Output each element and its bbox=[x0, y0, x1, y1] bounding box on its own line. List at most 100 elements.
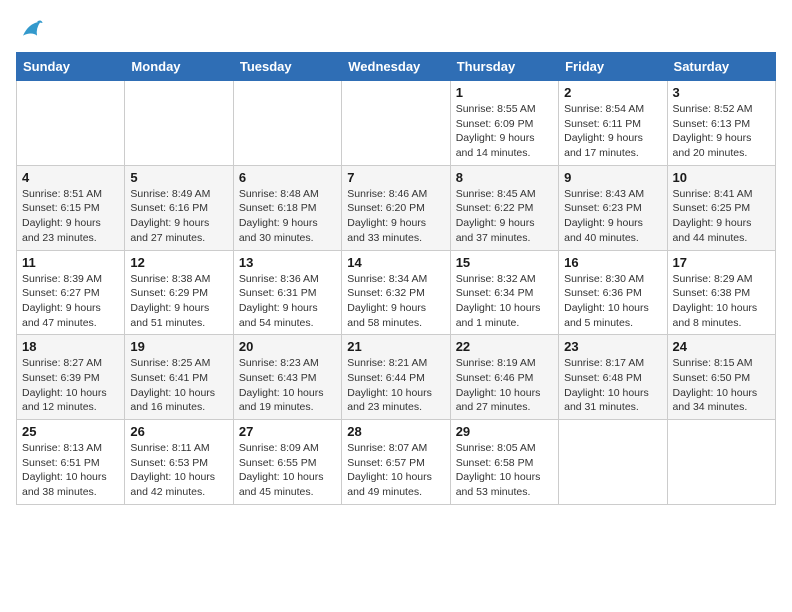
day-cell: 9 Sunrise: 8:43 AM Sunset: 6:23 PM Daylig… bbox=[559, 165, 667, 250]
day-number: 19 bbox=[130, 339, 227, 354]
day-number: 13 bbox=[239, 255, 336, 270]
day-info: Sunrise: 8:54 AM Sunset: 6:11 PM Dayligh… bbox=[564, 102, 661, 161]
day-info: Sunrise: 8:30 AM Sunset: 6:36 PM Dayligh… bbox=[564, 272, 661, 331]
day-info: Sunrise: 8:34 AM Sunset: 6:32 PM Dayligh… bbox=[347, 272, 444, 331]
day-number: 11 bbox=[22, 255, 119, 270]
week-row-2: 11Sunrise: 8:39 AM Sunset: 6:27 PM Dayli… bbox=[17, 250, 776, 335]
day-info: Sunrise: 8:15 AM Sunset: 6:50 PM Dayligh… bbox=[673, 356, 770, 415]
day-cell bbox=[125, 81, 233, 166]
day-info: Sunrise: 8:49 AM Sunset: 6:16 PM Dayligh… bbox=[130, 187, 227, 246]
day-number: 27 bbox=[239, 424, 336, 439]
day-cell: 1 Sunrise: 8:55 AM Sunset: 6:09 PM Daylig… bbox=[450, 81, 558, 166]
day-cell bbox=[667, 420, 775, 505]
day-header-saturday: Saturday bbox=[667, 53, 775, 81]
day-header-tuesday: Tuesday bbox=[233, 53, 341, 81]
week-row-1: 4 Sunrise: 8:51 AM Sunset: 6:15 PM Daylig… bbox=[17, 165, 776, 250]
week-row-3: 18 Sunrise: 8:27 AM Sunset: 6:39 PM Dayli… bbox=[17, 335, 776, 420]
day-cell bbox=[17, 81, 125, 166]
week-row-4: 25Sunrise: 8:13 AM Sunset: 6:51 PM Dayli… bbox=[17, 420, 776, 505]
day-number: 16 bbox=[564, 255, 661, 270]
day-cell: 12Sunrise: 8:38 AM Sunset: 6:29 PM Dayli… bbox=[125, 250, 233, 335]
day-cell: 22 Sunrise: 8:19 AM Sunset: 6:46 PM Dayli… bbox=[450, 335, 558, 420]
day-info: Sunrise: 8:05 AM Sunset: 6:58 PM Dayligh… bbox=[456, 441, 553, 500]
day-info: Sunrise: 8:07 AM Sunset: 6:57 PM Dayligh… bbox=[347, 441, 444, 500]
day-info: Sunrise: 8:45 AM Sunset: 6:22 PM Dayligh… bbox=[456, 187, 553, 246]
day-cell: 17 Sunrise: 8:29 AM Sunset: 6:38 PM Dayli… bbox=[667, 250, 775, 335]
logo bbox=[16, 16, 48, 44]
day-info: Sunrise: 8:38 AM Sunset: 6:29 PM Dayligh… bbox=[130, 272, 227, 331]
day-number: 24 bbox=[673, 339, 770, 354]
day-cell: 5 Sunrise: 8:49 AM Sunset: 6:16 PM Daylig… bbox=[125, 165, 233, 250]
day-cell: 15 Sunrise: 8:32 AM Sunset: 6:34 PM Dayli… bbox=[450, 250, 558, 335]
day-number: 8 bbox=[456, 170, 553, 185]
day-info: Sunrise: 8:25 AM Sunset: 6:41 PM Dayligh… bbox=[130, 356, 227, 415]
day-number: 5 bbox=[130, 170, 227, 185]
day-cell: 20 Sunrise: 8:23 AM Sunset: 6:43 PM Dayli… bbox=[233, 335, 341, 420]
header bbox=[16, 16, 776, 44]
day-info: Sunrise: 8:23 AM Sunset: 6:43 PM Dayligh… bbox=[239, 356, 336, 415]
day-cell: 16 Sunrise: 8:30 AM Sunset: 6:36 PM Dayli… bbox=[559, 250, 667, 335]
day-cell bbox=[342, 81, 450, 166]
day-number: 6 bbox=[239, 170, 336, 185]
day-cell: 8 Sunrise: 8:45 AM Sunset: 6:22 PM Daylig… bbox=[450, 165, 558, 250]
day-number: 15 bbox=[456, 255, 553, 270]
week-row-0: 1 Sunrise: 8:55 AM Sunset: 6:09 PM Daylig… bbox=[17, 81, 776, 166]
day-cell: 28 Sunrise: 8:07 AM Sunset: 6:57 PM Dayli… bbox=[342, 420, 450, 505]
day-cell: 6 Sunrise: 8:48 AM Sunset: 6:18 PM Daylig… bbox=[233, 165, 341, 250]
day-cell bbox=[233, 81, 341, 166]
day-info: Sunrise: 8:32 AM Sunset: 6:34 PM Dayligh… bbox=[456, 272, 553, 331]
day-number: 18 bbox=[22, 339, 119, 354]
day-number: 3 bbox=[673, 85, 770, 100]
day-cell: 11Sunrise: 8:39 AM Sunset: 6:27 PM Dayli… bbox=[17, 250, 125, 335]
day-number: 9 bbox=[564, 170, 661, 185]
calendar: SundayMondayTuesdayWednesdayThursdayFrid… bbox=[16, 52, 776, 505]
day-header-monday: Monday bbox=[125, 53, 233, 81]
day-info: Sunrise: 8:55 AM Sunset: 6:09 PM Dayligh… bbox=[456, 102, 553, 161]
day-number: 7 bbox=[347, 170, 444, 185]
day-cell: 2 Sunrise: 8:54 AM Sunset: 6:11 PM Daylig… bbox=[559, 81, 667, 166]
day-cell: 27 Sunrise: 8:09 AM Sunset: 6:55 PM Dayli… bbox=[233, 420, 341, 505]
day-number: 26 bbox=[130, 424, 227, 439]
day-info: Sunrise: 8:43 AM Sunset: 6:23 PM Dayligh… bbox=[564, 187, 661, 246]
day-cell: 24 Sunrise: 8:15 AM Sunset: 6:50 PM Dayli… bbox=[667, 335, 775, 420]
day-info: Sunrise: 8:19 AM Sunset: 6:46 PM Dayligh… bbox=[456, 356, 553, 415]
day-cell: 21Sunrise: 8:21 AM Sunset: 6:44 PM Dayli… bbox=[342, 335, 450, 420]
day-number: 20 bbox=[239, 339, 336, 354]
day-header-wednesday: Wednesday bbox=[342, 53, 450, 81]
day-info: Sunrise: 8:13 AM Sunset: 6:51 PM Dayligh… bbox=[22, 441, 119, 500]
day-cell: 23Sunrise: 8:17 AM Sunset: 6:48 PM Dayli… bbox=[559, 335, 667, 420]
day-info: Sunrise: 8:27 AM Sunset: 6:39 PM Dayligh… bbox=[22, 356, 119, 415]
day-number: 22 bbox=[456, 339, 553, 354]
day-number: 21 bbox=[347, 339, 444, 354]
day-number: 29 bbox=[456, 424, 553, 439]
day-number: 14 bbox=[347, 255, 444, 270]
day-header-sunday: Sunday bbox=[17, 53, 125, 81]
day-number: 2 bbox=[564, 85, 661, 100]
day-cell bbox=[559, 420, 667, 505]
calendar-header-row: SundayMondayTuesdayWednesdayThursdayFrid… bbox=[17, 53, 776, 81]
day-header-friday: Friday bbox=[559, 53, 667, 81]
day-cell: 14 Sunrise: 8:34 AM Sunset: 6:32 PM Dayli… bbox=[342, 250, 450, 335]
logo-icon bbox=[16, 16, 44, 44]
day-cell: 25Sunrise: 8:13 AM Sunset: 6:51 PM Dayli… bbox=[17, 420, 125, 505]
day-cell: 18 Sunrise: 8:27 AM Sunset: 6:39 PM Dayli… bbox=[17, 335, 125, 420]
day-info: Sunrise: 8:48 AM Sunset: 6:18 PM Dayligh… bbox=[239, 187, 336, 246]
day-info: Sunrise: 8:46 AM Sunset: 6:20 PM Dayligh… bbox=[347, 187, 444, 246]
day-cell: 19 Sunrise: 8:25 AM Sunset: 6:41 PM Dayli… bbox=[125, 335, 233, 420]
day-number: 28 bbox=[347, 424, 444, 439]
day-number: 4 bbox=[22, 170, 119, 185]
day-number: 10 bbox=[673, 170, 770, 185]
day-header-thursday: Thursday bbox=[450, 53, 558, 81]
day-info: Sunrise: 8:51 AM Sunset: 6:15 PM Dayligh… bbox=[22, 187, 119, 246]
day-number: 1 bbox=[456, 85, 553, 100]
day-cell: 7 Sunrise: 8:46 AM Sunset: 6:20 PM Daylig… bbox=[342, 165, 450, 250]
day-cell: 26Sunrise: 8:11 AM Sunset: 6:53 PM Dayli… bbox=[125, 420, 233, 505]
day-info: Sunrise: 8:52 AM Sunset: 6:13 PM Dayligh… bbox=[673, 102, 770, 161]
day-info: Sunrise: 8:09 AM Sunset: 6:55 PM Dayligh… bbox=[239, 441, 336, 500]
day-cell: 29 Sunrise: 8:05 AM Sunset: 6:58 PM Dayli… bbox=[450, 420, 558, 505]
day-info: Sunrise: 8:41 AM Sunset: 6:25 PM Dayligh… bbox=[673, 187, 770, 246]
day-info: Sunrise: 8:29 AM Sunset: 6:38 PM Dayligh… bbox=[673, 272, 770, 331]
day-info: Sunrise: 8:17 AM Sunset: 6:48 PM Dayligh… bbox=[564, 356, 661, 415]
day-cell: 10 Sunrise: 8:41 AM Sunset: 6:25 PM Dayli… bbox=[667, 165, 775, 250]
day-number: 17 bbox=[673, 255, 770, 270]
